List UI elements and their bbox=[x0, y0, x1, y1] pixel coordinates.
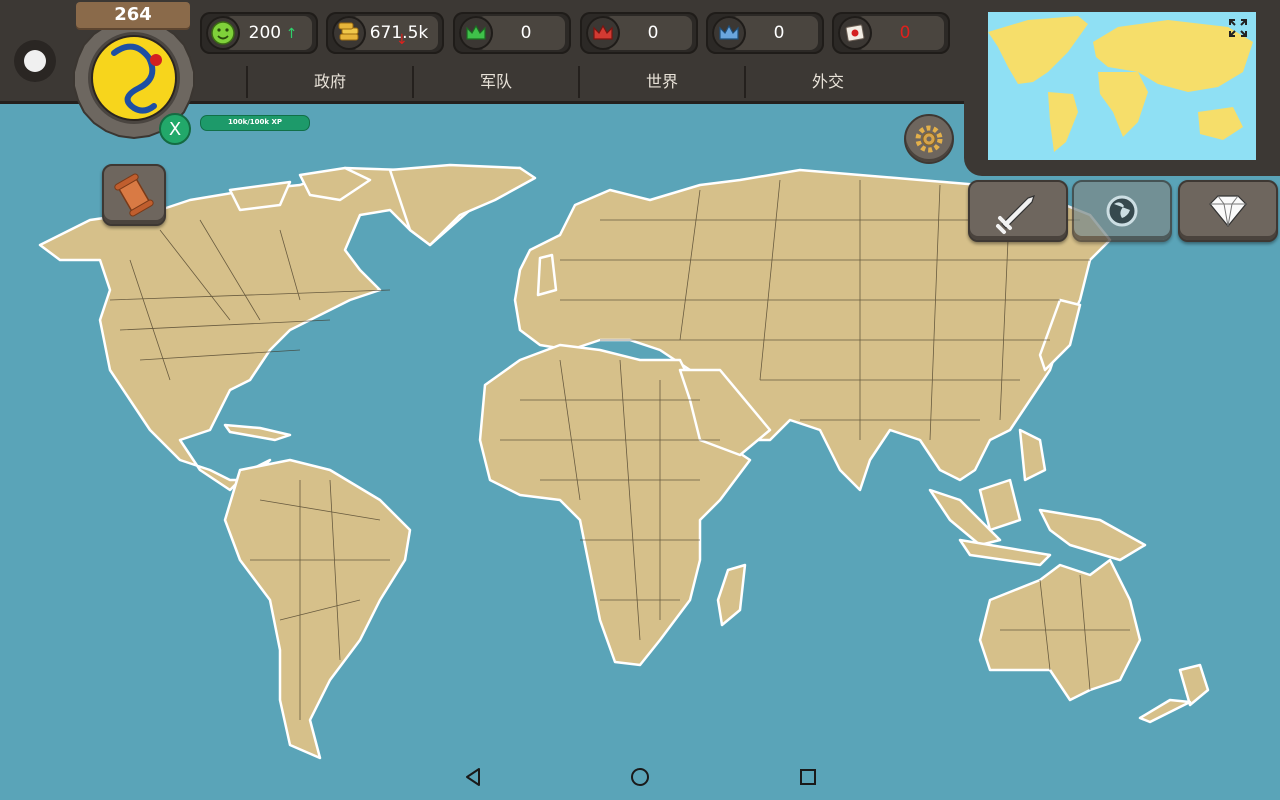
android-navigation-bar bbox=[0, 752, 1280, 800]
trend-up-icon: ↑ bbox=[281, 26, 298, 42]
recents-icon[interactable] bbox=[797, 766, 819, 788]
blue-crown-value: 0 bbox=[773, 23, 785, 43]
expand-button[interactable] bbox=[1228, 18, 1248, 38]
level-ribbon: 264 bbox=[76, 2, 190, 28]
red-crown-value: 0 bbox=[647, 23, 659, 43]
expand-icon bbox=[1229, 19, 1247, 37]
resource-bar: 200 ↑ 671.5k ↓ 0 0 0 0 bbox=[196, 0, 956, 64]
happiness-counter[interactable]: 200 ↑ bbox=[200, 12, 318, 54]
money-counter[interactable]: 671.5k ↓ bbox=[326, 12, 444, 54]
blue-crown-counter[interactable]: 0 bbox=[706, 12, 824, 54]
coins-icon bbox=[332, 16, 366, 50]
toggle-button[interactable] bbox=[14, 40, 56, 82]
minimap[interactable] bbox=[988, 12, 1256, 160]
main-tabs: 政府 军队 世界 外交 bbox=[196, 64, 956, 100]
red-crown-icon bbox=[586, 16, 620, 50]
sword-icon bbox=[996, 195, 1035, 234]
green-crown-icon bbox=[459, 16, 493, 50]
gems-button[interactable] bbox=[1178, 180, 1278, 242]
globe-icon bbox=[1106, 195, 1138, 227]
globe-button[interactable] bbox=[1072, 180, 1172, 242]
scroll-button[interactable] bbox=[102, 164, 166, 226]
smiley-icon bbox=[206, 16, 240, 50]
xp-bar: 100k/100k XP bbox=[200, 115, 310, 131]
player-badge[interactable]: X bbox=[159, 113, 191, 145]
trend-down-icon: ↓ bbox=[396, 32, 408, 48]
blue-crown-icon bbox=[712, 16, 746, 50]
home-icon[interactable] bbox=[629, 766, 651, 788]
tab-government[interactable]: 政府 bbox=[246, 66, 412, 98]
gear-icon bbox=[915, 125, 943, 153]
diamond-icon bbox=[1209, 195, 1247, 227]
tab-diplomacy[interactable]: 外交 bbox=[744, 66, 910, 98]
tab-world[interactable]: 世界 bbox=[578, 66, 744, 98]
toggle-knob bbox=[24, 50, 46, 72]
flag-card-icon bbox=[838, 16, 872, 50]
tab-military[interactable]: 军队 bbox=[412, 66, 578, 98]
war-button[interactable] bbox=[968, 180, 1068, 242]
happiness-value: 200 bbox=[248, 23, 282, 43]
minimap-world bbox=[988, 12, 1256, 160]
flag-card-counter[interactable]: 0 bbox=[832, 12, 950, 54]
green-crown-value: 0 bbox=[520, 23, 532, 43]
scroll-icon bbox=[114, 173, 154, 217]
green-crown-counter[interactable]: 0 bbox=[453, 12, 571, 54]
settings-button[interactable] bbox=[904, 114, 954, 164]
back-icon[interactable] bbox=[462, 766, 484, 788]
flag-card-value: 0 bbox=[899, 23, 911, 43]
red-crown-counter[interactable]: 0 bbox=[580, 12, 698, 54]
